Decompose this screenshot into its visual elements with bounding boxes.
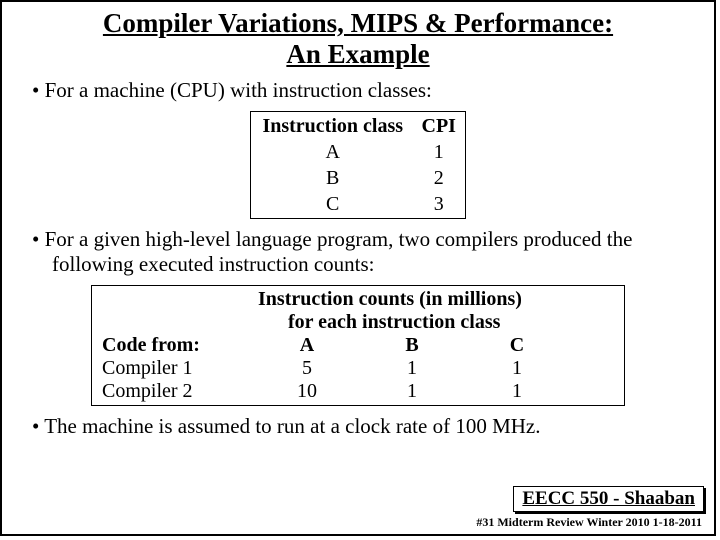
cell-c: 1 [467,357,567,380]
table-row: Compiler 1 5 1 1 [98,357,618,380]
slide-frame: Compiler Variations, MIPS & Performance:… [0,0,716,536]
course-footer: EECC 550 - Shaaban [513,486,704,512]
cell-a: 5 [257,357,357,380]
row-label: Compiler 2 [98,380,257,403]
cell-class: A [253,140,412,164]
counts-header-main: Instruction counts (in millions) [98,288,618,311]
col-b: B [357,334,467,357]
cell-b: 1 [357,380,467,403]
table-row: C 3 [253,192,463,216]
col-c: C [467,334,567,357]
slide-number-note: #31 Midterm Review Winter 2010 1-18-2011 [476,515,702,530]
cell-a: 10 [257,380,357,403]
cell-b: 1 [357,357,467,380]
counts-table: Instruction counts (in millions) for eac… [91,285,625,406]
cell-c: 1 [467,380,567,403]
cpi-header-class: Instruction class [253,114,412,138]
bullet-2: For a given high-level language program,… [32,227,714,277]
slide-title: Compiler Variations, MIPS & Performance:… [2,8,714,70]
cell-cpi: 3 [414,192,463,216]
cell-class: C [253,192,412,216]
code-from-label: Code from: [98,334,257,357]
title-line1: Compiler Variations, MIPS & Performance: [103,8,613,38]
cpi-header-cpi: CPI [414,114,463,138]
cell-cpi: 1 [414,140,463,164]
cell-class: B [253,166,412,190]
title-line2: An Example [286,39,429,69]
counts-header-sub: for each instruction class [98,311,618,334]
bullet-3: The machine is assumed to run at a clock… [32,414,714,439]
cell-cpi: 2 [414,166,463,190]
table-row: Compiler 2 10 1 1 [98,380,618,403]
table-row: B 2 [253,166,463,190]
bullet-1: For a machine (CPU) with instruction cla… [32,78,714,103]
col-a: A [257,334,357,357]
counts-subheader-row: Code from: A B C [98,334,618,357]
row-label: Compiler 1 [98,357,257,380]
table-row: A 1 [253,140,463,164]
cpi-table: Instruction class CPI A 1 B 2 C 3 [250,111,466,219]
